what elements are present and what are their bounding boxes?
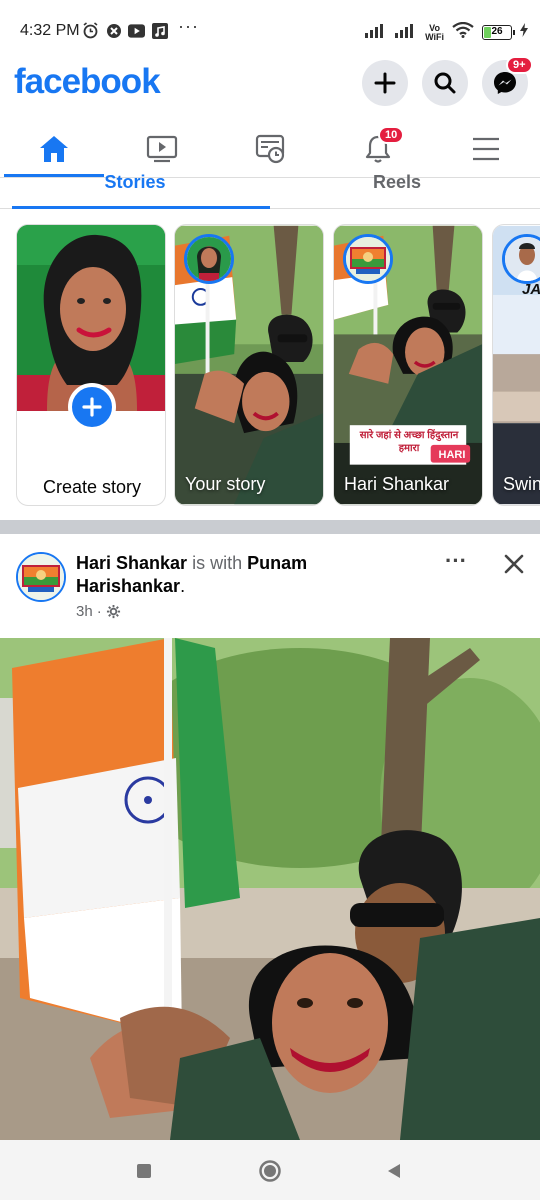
post-author-avatar[interactable] xyxy=(16,552,66,602)
post-photo[interactable] xyxy=(0,638,540,1140)
notifications-badge: 10 xyxy=(378,126,405,144)
youtube-icon xyxy=(128,22,145,39)
create-story-label: Create story xyxy=(42,477,142,497)
blocked-icon xyxy=(105,22,122,39)
add-story-button[interactable] xyxy=(68,383,116,431)
status-time: 4:32 PM xyxy=(20,22,80,39)
battery-level: 26 xyxy=(491,26,503,37)
post-title: Hari Shankar is with Punam Harishankar. xyxy=(76,552,416,598)
battery-icon: 26 xyxy=(482,25,515,40)
gear-icon xyxy=(106,604,120,619)
status-system-icons: Vo WiFi 26 xyxy=(365,21,528,43)
signal-icon-1 xyxy=(365,22,387,43)
status-notification-icons xyxy=(82,22,168,39)
stories-reels-tabs: Stories Reels xyxy=(0,168,540,212)
post-meta-dot: · xyxy=(96,603,102,620)
story-label: Your story xyxy=(185,474,266,494)
memories-icon xyxy=(255,134,285,164)
close-icon xyxy=(504,554,524,574)
partial-story-caption: JA xyxy=(522,281,540,298)
signal-icon-2 xyxy=(395,22,417,43)
stories-tray: Create story Your story सारे जहां से अच्… xyxy=(0,224,540,508)
plus-icon xyxy=(374,72,396,94)
vowifi-line2: WiFi xyxy=(425,31,444,42)
post-with-text: is with xyxy=(192,553,243,573)
recent-apps-button[interactable] xyxy=(131,1158,157,1184)
post-hide-button[interactable] xyxy=(498,548,530,580)
more-notifications-icon: ··· xyxy=(178,16,199,36)
circle-icon xyxy=(259,1160,281,1182)
post-time[interactable]: 3h xyxy=(76,603,93,620)
plus-icon xyxy=(82,397,102,417)
post-author-name[interactable]: Hari Shankar xyxy=(76,553,187,573)
hari-shankar-avatar xyxy=(343,234,393,284)
music-app-icon xyxy=(151,22,168,39)
post-header: Hari Shankar is with Punam Harishankar. … xyxy=(0,540,540,632)
feed-divider xyxy=(0,520,540,534)
messenger-badge: 9+ xyxy=(506,56,533,74)
post-more-options-button[interactable]: ··· xyxy=(440,550,472,574)
charging-icon xyxy=(520,23,528,42)
story-label: Swin xyxy=(503,474,540,494)
story-card-partial[interactable]: JA Swin xyxy=(492,224,540,506)
wifi-icon xyxy=(452,21,474,43)
vowifi-label: Vo WiFi xyxy=(425,23,444,42)
story-overlay-tag: HARI xyxy=(438,449,466,461)
your-story-avatar xyxy=(184,234,234,284)
alarm-icon xyxy=(82,22,99,39)
android-navigation-bar xyxy=(0,1140,540,1200)
square-icon xyxy=(137,1164,151,1178)
tab-stories[interactable]: Stories xyxy=(0,172,270,193)
create-story-card[interactable]: Create story xyxy=(16,224,166,506)
back-triangle-icon xyxy=(388,1164,400,1178)
search-icon xyxy=(434,72,456,94)
post-meta: 3h · xyxy=(76,603,121,620)
facebook-logo[interactable]: facebook xyxy=(14,62,161,102)
create-post-button[interactable] xyxy=(362,60,408,106)
back-button[interactable] xyxy=(381,1158,407,1184)
hamburger-menu-icon xyxy=(473,137,499,161)
app-header: facebook 9+ xyxy=(0,56,540,122)
video-icon xyxy=(146,135,178,163)
post-title-period: . xyxy=(180,576,186,596)
tab-reels[interactable]: Reels xyxy=(262,172,532,193)
story-card-your-story[interactable]: Your story xyxy=(174,224,324,506)
stories-tab-indicator xyxy=(12,206,270,209)
home-icon xyxy=(40,136,68,162)
search-button[interactable] xyxy=(422,60,468,106)
messenger-button[interactable]: 9+ xyxy=(482,56,533,106)
story-card-hari-shankar[interactable]: सारे जहां से अच्छा हिंदुस्तान हमारा HARI… xyxy=(333,224,483,506)
story-label: Hari Shankar xyxy=(344,474,450,494)
status-bar: 4:32 PM ··· Vo WiFi 26 xyxy=(0,0,540,62)
home-button[interactable] xyxy=(257,1158,283,1184)
